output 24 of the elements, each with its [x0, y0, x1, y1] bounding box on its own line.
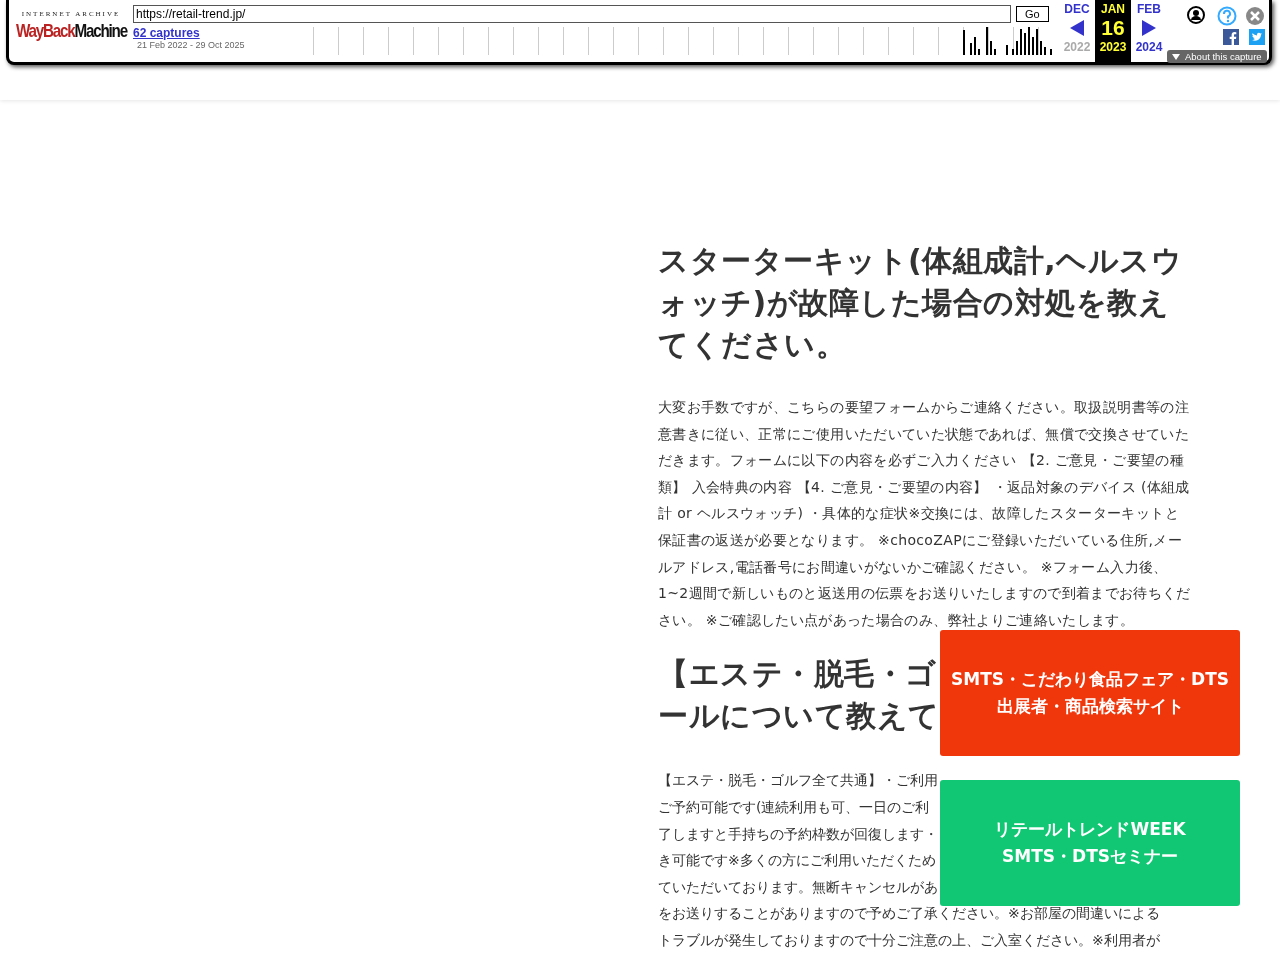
faq-answer-line: をお送りすることがありますので予めご了承ください。※お部屋の間違いによる	[658, 904, 1160, 924]
faq-answer-line: トラブルが発生しておりますので十分ご注意の上、ご入室ください。※利用者が	[658, 930, 1160, 950]
faq-answer-line: ご予約可能です(連続利用も可、一日のご利	[658, 797, 930, 817]
month-label[interactable]: FEB	[1137, 2, 1161, 16]
captures-link[interactable]: 62 captures	[133, 26, 283, 40]
faq-answer-line: ていただいております。無断キャンセルがあ	[658, 877, 938, 897]
faq-answer-line: き可能です※多くの方にご利用いただくため	[658, 851, 936, 871]
year-label[interactable]: 2023	[1099, 40, 1127, 54]
month-label[interactable]: JAN	[1101, 2, 1125, 16]
banner-link[interactable]: SMTS・こだわり食品フェア・DTS 出展者・商品検索サイト	[940, 630, 1240, 756]
capture-day: 16	[1101, 16, 1125, 40]
go-button[interactable]: Go	[1016, 6, 1049, 22]
url-field[interactable]: https://retail-trend.jp/	[133, 5, 1011, 23]
faq-answer-line: 了しますと手持ちの予約枠数が回復します・	[658, 824, 938, 844]
month-label[interactable]: DEC	[1064, 2, 1090, 16]
about-capture-button[interactable]: About this capture	[1167, 50, 1267, 63]
faq-question: スターターキット(体組成計,ヘルスウォッチ)が故障した場合の対処を教えてください。	[658, 242, 1184, 364]
wayback-logo: WayBackMachine	[15, 20, 127, 42]
faq-question-line: 【エステ・脱毛・ゴ	[658, 655, 937, 694]
year-label[interactable]: 2024	[1135, 40, 1163, 54]
faq-question-line: ールについて教えて	[658, 697, 940, 736]
faq-answer: 大変お手数ですが、こちらの要望フォームからご連絡ください。取扱説明書等の注意書きに従い、正常にご使用いただいていた状態であれば、無償で交換させていただきます。フォームに以下の内容を必ずご入力ください 【2. ご意見・ご要望の種類】 入会特典の内容 【4. ご意見・ご要望の内容】 ・返品対象のデバイス (体組成計 or ヘルスウォッチ) ・具体的な症状※交換には、故障したスターターキットと保証書の返送が必要となります。 ※chocoZAPにご登録いただいている住所,メールアドレス,電話番号にお間違いがないかご確認ください。 ※フォーム入力後、1~2週間で新しいものと返送用の伝票をお送りいたしますので到着までお待ちください。 ※ご確認したい点があった場合のみ、弊社よりご連絡いたします。	[658, 398, 1192, 630]
capture-range: 21 Feb 2022 - 29 Oct 2025	[137, 40, 246, 50]
faq-answer-line: 【エステ・脱毛・ゴルフ全て共通】・ご利用	[658, 771, 938, 791]
